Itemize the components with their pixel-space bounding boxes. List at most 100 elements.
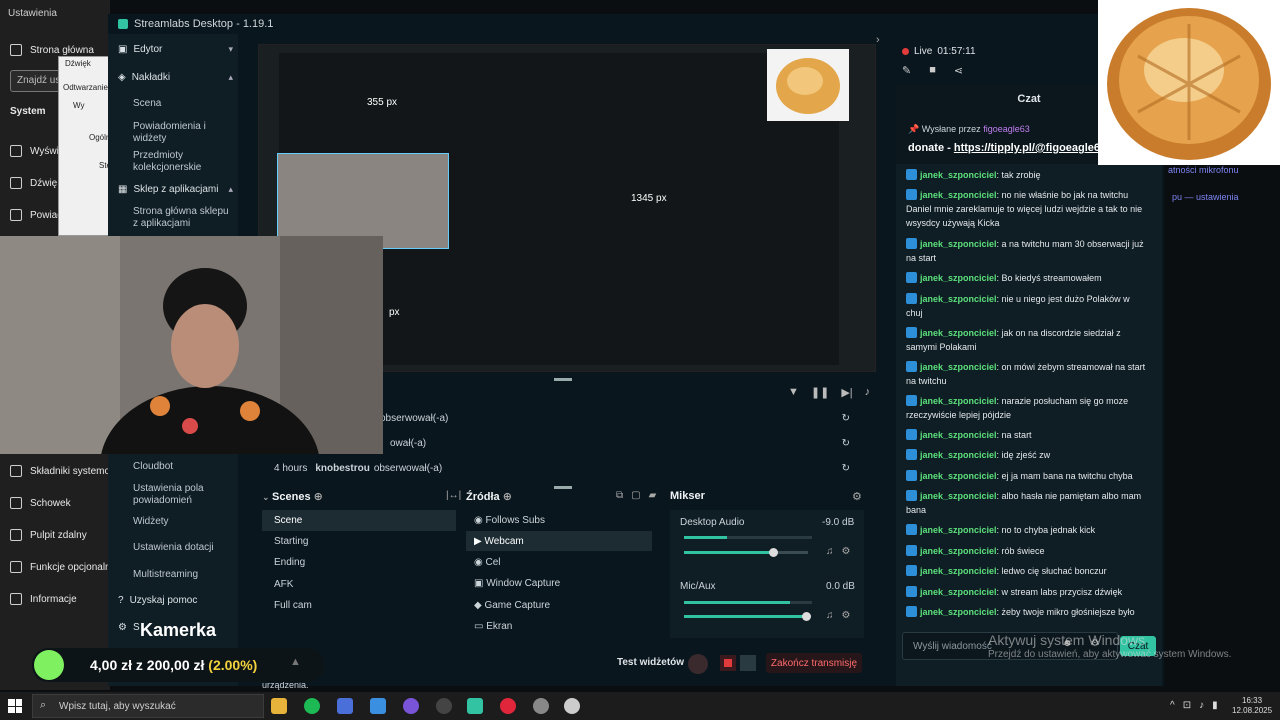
- volume-icon[interactable]: ♪: [865, 386, 871, 399]
- settings-components[interactable]: Składniki systemo: [10, 465, 110, 477]
- scene-item[interactable]: Starting: [274, 536, 308, 547]
- windows-start-icon[interactable]: [8, 699, 22, 713]
- speaker-icon[interactable]: ♫: [826, 546, 834, 557]
- speaker-icon[interactable]: ♫: [826, 610, 834, 621]
- source-item[interactable]: ◉ Follows Subs: [474, 515, 545, 526]
- nav-store-home[interactable]: Strona główna sklepu z aplikacjami: [133, 206, 233, 230]
- taskbar-search-input[interactable]: Wpisz tutaj, aby wyszukać: [32, 694, 264, 718]
- opera-icon[interactable]: [500, 698, 516, 714]
- donate-link[interactable]: https://tipply.pl/@figoeagle63: [954, 142, 1106, 154]
- settings-display[interactable]: Wyświ: [10, 145, 59, 157]
- source-item[interactable]: ▭ Ekran: [474, 621, 512, 632]
- app-icon[interactable]: [337, 698, 353, 714]
- nav-overlays[interactable]: ◈ Nakładki ▴: [118, 72, 233, 83]
- preview-webcam-source[interactable]: [277, 153, 449, 249]
- gear-icon[interactable]: ⚙: [842, 546, 851, 557]
- mic-slider[interactable]: [684, 612, 811, 621]
- resize-handle[interactable]: [554, 486, 572, 489]
- nav-widgets[interactable]: Widżety: [133, 516, 233, 528]
- nav-alert-box[interactable]: Ustawienia pola powiadomień: [133, 483, 233, 507]
- replay-icon[interactable]: ↻: [842, 438, 850, 449]
- pause-icon[interactable]: ❚❚: [811, 386, 829, 399]
- streamlabs-taskbar-icon[interactable]: [467, 698, 483, 714]
- source-item[interactable]: ▣ Window Capture: [474, 578, 560, 589]
- filter-icon[interactable]: ▼: [788, 386, 799, 399]
- app-icon[interactable]: [564, 698, 580, 714]
- source-item[interactable]: ◆ Game Capture: [474, 600, 550, 611]
- record-button[interactable]: [720, 655, 736, 671]
- spotify-icon[interactable]: [304, 698, 320, 714]
- desktop-audio-slider[interactable]: [684, 548, 808, 557]
- chat-username[interactable]: janek_szponciciel: [920, 294, 997, 304]
- gear-icon[interactable]: ⚙: [842, 610, 851, 621]
- scene-item[interactable]: AFK: [274, 579, 293, 590]
- scene-transition-icon[interactable]: |↔|: [446, 490, 461, 501]
- chat-username[interactable]: janek_szponciciel: [920, 273, 997, 283]
- source-item[interactable]: ◉ Cel: [474, 557, 501, 568]
- chat-username[interactable]: janek_szponciciel: [920, 491, 997, 501]
- nav-alerts[interactable]: Powiadomienia i widżety: [133, 121, 233, 145]
- chat-username[interactable]: janek_szponciciel: [920, 328, 997, 338]
- chat-username[interactable]: janek_szponciciel: [920, 587, 997, 597]
- settings-remote[interactable]: Pulpit zdalny: [10, 529, 87, 541]
- add-scene-icon[interactable]: ⊕: [314, 491, 323, 503]
- test-widget-button[interactable]: [688, 654, 708, 674]
- app-icon[interactable]: [436, 698, 452, 714]
- mixer-gear-icon[interactable]: ⚙: [852, 490, 862, 503]
- sound-dialog-tab[interactable]: Odtwarzanie: [63, 83, 108, 92]
- settings-sound[interactable]: Dźwię: [10, 177, 57, 189]
- replay-icon[interactable]: ↻: [842, 413, 850, 424]
- chevron-up-icon[interactable]: ^: [1170, 700, 1175, 711]
- scene-item[interactable]: Scene: [274, 515, 302, 526]
- replay-buffer-button[interactable]: [740, 655, 756, 671]
- chat-username[interactable]: janek_szponciciel: [920, 471, 997, 481]
- scene-item[interactable]: Ending: [274, 557, 305, 568]
- edit-icon[interactable]: ✎: [902, 64, 911, 77]
- behind-settings-link[interactable]: pu — ustawienia: [1172, 192, 1239, 202]
- source-item[interactable]: ▶ Webcam: [474, 536, 524, 547]
- nav-donation-settings[interactable]: Ustawienia dotacji: [133, 542, 233, 554]
- camera-icon[interactable]: ■: [929, 64, 936, 77]
- settings-clipboard[interactable]: Schowek: [10, 497, 71, 509]
- copy-icon[interactable]: ▢: [631, 490, 640, 501]
- chat-username[interactable]: janek_szponciciel: [920, 607, 997, 617]
- settings-notifications[interactable]: Powiad: [10, 209, 63, 221]
- chat-username[interactable]: janek_szponciciel: [920, 450, 997, 460]
- chat-username[interactable]: janek_szponciciel: [920, 190, 997, 200]
- chat-username[interactable]: janek_szponciciel: [920, 170, 997, 180]
- nav-help[interactable]: ? Uzyskaj pomoc: [118, 595, 233, 606]
- discord-icon[interactable]: [403, 698, 419, 714]
- end-stream-button[interactable]: Zakończ transmisję: [766, 653, 862, 673]
- nav-cloudbot[interactable]: Cloudbot: [133, 461, 233, 473]
- chat-username[interactable]: janek_szponciciel: [920, 525, 997, 535]
- share-icon[interactable]: ⋖: [954, 64, 963, 77]
- clock[interactable]: 16:33 12.08.2025: [1232, 696, 1272, 716]
- collapse-chevron-icon[interactable]: ›: [876, 34, 880, 46]
- nav-scene[interactable]: Scena: [133, 98, 233, 110]
- nav-multistreaming[interactable]: Multistreaming: [133, 569, 233, 581]
- network-icon[interactable]: ⊡: [1183, 700, 1191, 711]
- folder-icon[interactable]: ▰: [649, 490, 657, 501]
- volume-icon[interactable]: ♪: [1199, 700, 1204, 711]
- chat-username[interactable]: janek_szponciciel: [920, 396, 997, 406]
- settings-optional[interactable]: Funkcje opcjonalne: [10, 561, 116, 573]
- nav-editor[interactable]: ▣ Edytor ▾: [118, 44, 233, 55]
- mic-icon[interactable]: ▮: [1212, 700, 1218, 711]
- settings-info[interactable]: Informacje: [10, 593, 77, 605]
- chat-username[interactable]: janek_szponciciel: [920, 566, 997, 576]
- nav-collectibles[interactable]: Przedmioty kolekcjonerskie: [133, 150, 233, 174]
- chat-username[interactable]: janek_szponciciel: [920, 239, 997, 249]
- chat-username[interactable]: janek_szponciciel: [920, 546, 997, 556]
- skip-icon[interactable]: ▶|: [841, 386, 852, 399]
- add-source-icon[interactable]: ⊕: [503, 491, 512, 503]
- app-icon[interactable]: [370, 698, 386, 714]
- nav-app-store[interactable]: ▦ Sklep z aplikacjami ▴: [118, 184, 233, 195]
- resize-handle[interactable]: [554, 378, 572, 381]
- chat-username[interactable]: janek_szponciciel: [920, 430, 997, 440]
- scene-item[interactable]: Full cam: [274, 600, 312, 611]
- replay-icon[interactable]: ↻: [842, 463, 850, 474]
- chat-username[interactable]: janek_szponciciel: [920, 362, 997, 372]
- bell-icon[interactable]: ▲: [290, 656, 301, 668]
- file-explorer-icon[interactable]: [271, 698, 287, 714]
- settings-taskbar-icon[interactable]: [533, 698, 549, 714]
